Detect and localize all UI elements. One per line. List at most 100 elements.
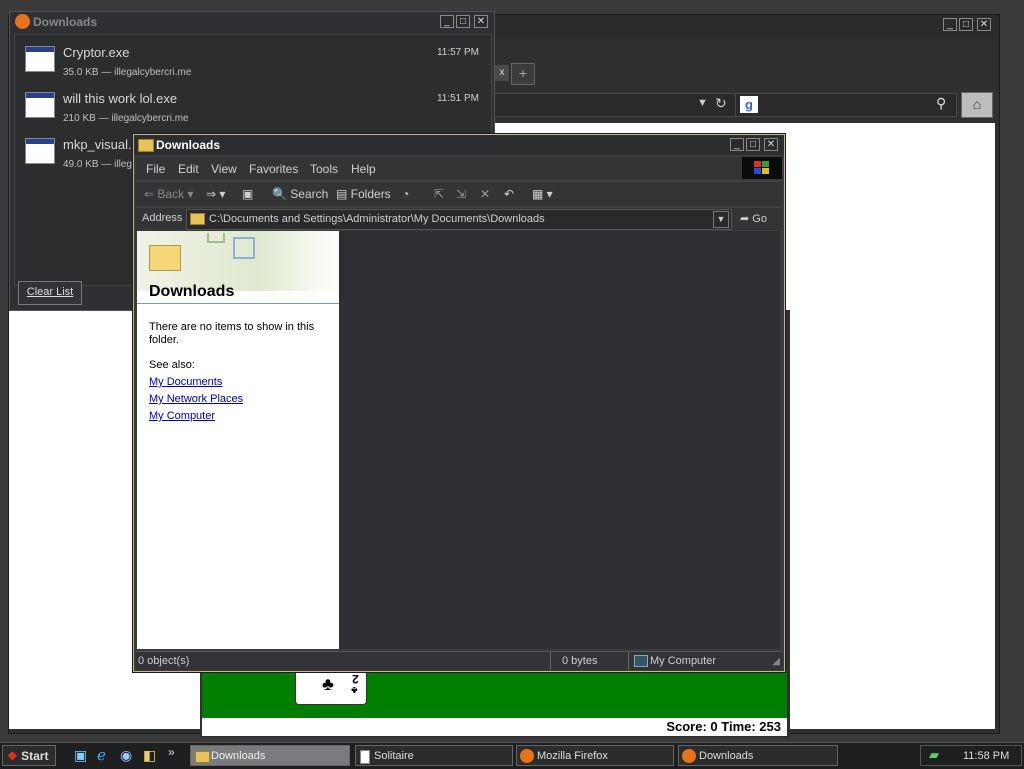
- score-status: Score: 0 Time: 253: [202, 718, 787, 736]
- task-downloads-explorer[interactable]: Downloads: [190, 745, 350, 766]
- dropdown-arrow-icon[interactable]: ▼: [697, 97, 708, 109]
- address-value: C:\Documents and Settings\Administrator\…: [209, 213, 545, 225]
- clear-list-button[interactable]: Clear List: [18, 281, 82, 305]
- google-icon[interactable]: g: [740, 96, 758, 113]
- go-button[interactable]: ➦ Go: [740, 212, 767, 225]
- move-to-icon[interactable]: ⇱: [434, 187, 444, 201]
- card-table[interactable]: [202, 670, 787, 718]
- decorative-square: [207, 233, 225, 243]
- copy-to-icon[interactable]: ⇲: [456, 187, 466, 201]
- tab-close-button[interactable]: x: [495, 65, 509, 81]
- home-button[interactable]: ⌂: [961, 92, 993, 118]
- link-my-documents[interactable]: My Documents: [149, 376, 222, 388]
- reload-icon[interactable]: ↻: [715, 95, 727, 112]
- menu-favorites[interactable]: Favorites: [249, 162, 298, 176]
- go-label: Go: [752, 213, 767, 225]
- clock[interactable]: 11:58 PM: [963, 750, 1009, 762]
- forward-button[interactable]: ⇒ ▾: [206, 187, 225, 201]
- quicklaunch-chevron[interactable]: »: [168, 745, 175, 759]
- views-button[interactable]: ▦ ▾: [532, 187, 553, 201]
- menu-help[interactable]: Help: [351, 162, 376, 176]
- menu-bar: File Edit View Favorites Tools Help: [136, 157, 782, 179]
- address-label: Address: [142, 212, 183, 224]
- empty-folder-message: There are no items to show in this folde…: [149, 321, 315, 346]
- folder-icon: [190, 213, 205, 225]
- explorer-titlebar: Downloads _ □ ✕: [134, 135, 784, 155]
- download-time: 11:57 PM: [436, 47, 479, 58]
- task-downloads-firefox[interactable]: Downloads: [678, 745, 838, 766]
- card-icon: [360, 750, 370, 764]
- task-pane-banner: [137, 231, 339, 291]
- download-item[interactable]: Cryptor.exe 35.0 KB — illegalcybercri.me…: [15, 37, 491, 83]
- explorer-window: Downloads _ □ ✕ File Edit View Favorites…: [133, 134, 785, 672]
- close-button[interactable]: ✕: [977, 18, 991, 31]
- status-size: 0 bytes: [562, 655, 598, 667]
- download-time: 11:51 PM: [436, 93, 479, 104]
- minimize-button[interactable]: _: [943, 18, 957, 31]
- back-button[interactable]: ⇐ Back ▾: [144, 187, 193, 201]
- windows-logo-icon: ❖: [7, 749, 18, 763]
- show-desktop-icon[interactable]: ▣: [74, 747, 87, 764]
- window-title: Downloads: [156, 138, 221, 152]
- delete-icon[interactable]: ✕: [480, 187, 490, 201]
- taskbar: ❖ Start ▣ ℯ ◉ ◧ » Downloads Solitaire Mo…: [0, 742, 1024, 769]
- url-bar[interactable]: ▼ ↻: [494, 93, 736, 117]
- status-location: My Computer: [650, 655, 717, 667]
- start-label: Start: [21, 749, 49, 763]
- file-list-pane[interactable]: [339, 231, 780, 649]
- executable-icon: [25, 46, 55, 72]
- maximize-button[interactable]: □: [959, 18, 973, 31]
- menu-tools[interactable]: Tools: [310, 162, 338, 176]
- folders-label: Folders: [350, 187, 391, 201]
- pane-heading: Downloads: [149, 283, 235, 300]
- magnifier-icon[interactable]: ⚲: [936, 95, 946, 112]
- dropdown-arrow-icon[interactable]: ▼: [713, 211, 729, 228]
- close-button[interactable]: ✕: [764, 138, 778, 151]
- firefox-icon: [15, 14, 30, 29]
- minimize-button[interactable]: _: [730, 138, 744, 151]
- task-label: Downloads: [211, 750, 266, 762]
- maximize-button[interactable]: □: [746, 138, 760, 151]
- executable-icon: [25, 138, 55, 164]
- download-name: will this work lol.exe: [63, 91, 178, 106]
- close-button[interactable]: ✕: [474, 15, 488, 28]
- minimize-button[interactable]: _: [440, 15, 454, 28]
- see-also-label: See also:: [149, 359, 195, 371]
- link-my-network-places[interactable]: My Network Places: [149, 393, 243, 405]
- divider: [628, 652, 629, 670]
- link-my-computer[interactable]: My Computer: [149, 410, 215, 422]
- resize-grip-icon[interactable]: ◢: [772, 656, 780, 667]
- search-button[interactable]: 🔍 Search: [272, 187, 328, 201]
- address-field[interactable]: C:\Documents and Settings\Administrator\…: [186, 209, 732, 230]
- task-label: Downloads: [699, 750, 754, 762]
- task-mozilla-firefox[interactable]: Mozilla Firefox: [516, 745, 674, 766]
- undo-icon[interactable]: ↶: [504, 187, 514, 201]
- firefox-icon: [520, 749, 534, 763]
- window-title: Downloads: [33, 15, 98, 29]
- folder-icon: [195, 751, 210, 763]
- internet-explorer-icon[interactable]: ℯ: [97, 746, 106, 764]
- new-tab-button[interactable]: +: [511, 63, 535, 85]
- explorer-icon[interactable]: ◧: [143, 747, 156, 764]
- task-label: Mozilla Firefox: [537, 750, 608, 762]
- download-item[interactable]: will this work lol.exe 210 KB — illegalc…: [15, 83, 491, 129]
- start-button[interactable]: ❖ Start: [2, 745, 56, 766]
- search-bar[interactable]: g ⚲: [735, 93, 957, 117]
- menu-view[interactable]: View: [211, 162, 237, 176]
- standard-toolbar: ⇐ Back ▾ ⇒ ▾ ▣ 🔍 Search ▤ Folders ◔ ⇱ ⇲ …: [136, 181, 782, 206]
- playing-card-two-of-clubs[interactable]: ♣ 2 ♣: [295, 670, 367, 705]
- task-solitaire[interactable]: Solitaire: [355, 745, 513, 766]
- menu-file[interactable]: File: [146, 162, 165, 176]
- maximize-button[interactable]: □: [456, 15, 470, 28]
- club-icon: ♣: [351, 684, 358, 695]
- media-player-icon[interactable]: ◉: [120, 747, 132, 764]
- history-icon[interactable]: ◔: [402, 187, 409, 201]
- firefox-icon: [682, 749, 696, 763]
- task-label: Solitaire: [374, 750, 414, 762]
- download-name: Cryptor.exe: [63, 45, 130, 60]
- folders-button[interactable]: ▤ Folders: [336, 187, 391, 201]
- downloads-titlebar: Downloads _ □ ✕: [10, 12, 494, 32]
- menu-edit[interactable]: Edit: [178, 162, 199, 176]
- up-folder-icon[interactable]: ▣: [242, 187, 253, 201]
- network-icon[interactable]: ▰: [929, 747, 939, 763]
